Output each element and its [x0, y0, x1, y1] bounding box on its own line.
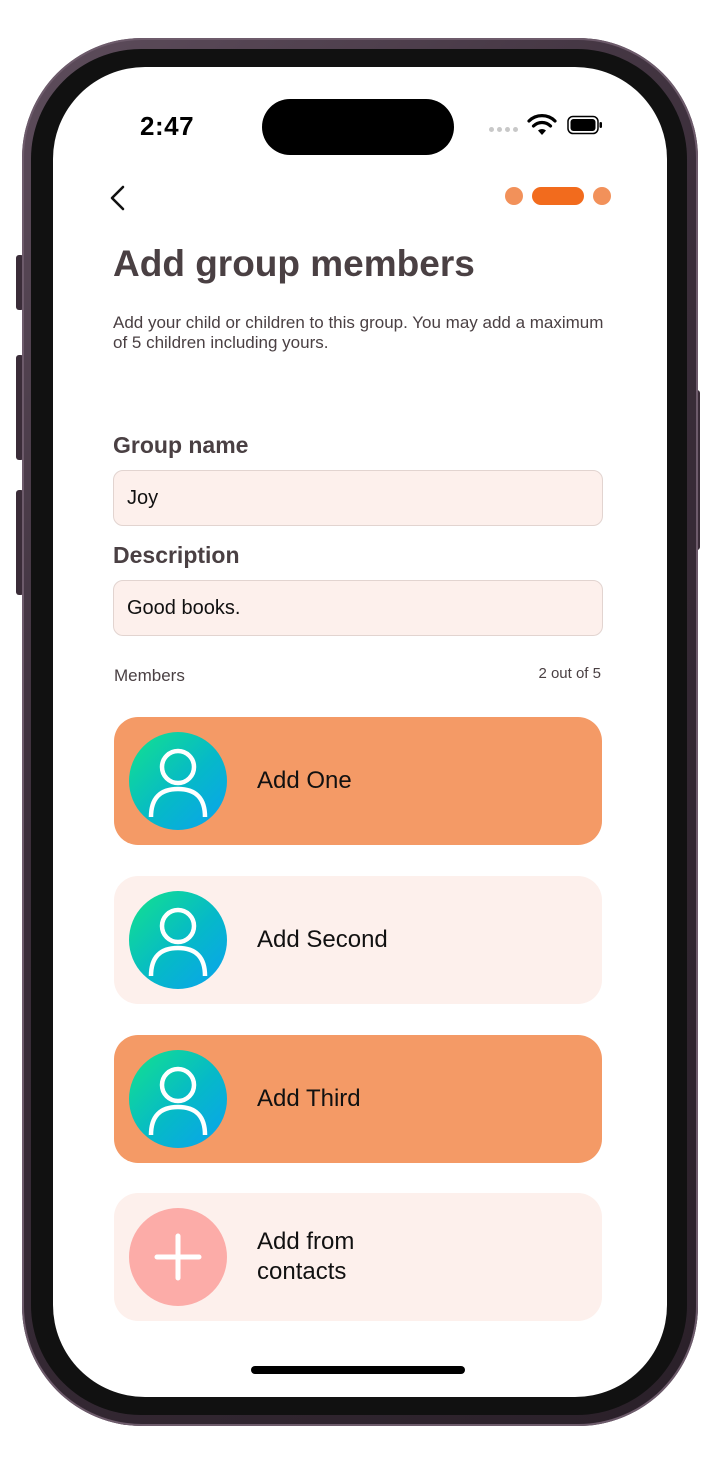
avatar: [129, 1050, 227, 1148]
progress-steps: [505, 187, 611, 205]
home-indicator[interactable]: [251, 1366, 465, 1374]
add-member-button-third[interactable]: Add Third: [114, 1035, 602, 1163]
step-indicator-1: [505, 187, 523, 205]
member-label: Add Second: [257, 926, 388, 953]
add-member-button-one[interactable]: Add One: [114, 717, 602, 845]
cellular-signal-icon: [489, 127, 518, 132]
user-icon: [148, 907, 208, 976]
members-label: Members: [114, 666, 185, 685]
members-count: 2 out of 5: [538, 665, 601, 682]
description-label: Description: [113, 542, 240, 568]
step-indicator-2-active: [532, 187, 584, 205]
user-icon: [148, 748, 208, 817]
wifi-icon: [527, 114, 557, 135]
plus-icon: [154, 1233, 202, 1281]
back-button[interactable]: [105, 182, 133, 214]
chevron-left-icon: [110, 185, 125, 211]
dynamic-island: [262, 99, 454, 155]
battery-icon: [567, 115, 602, 135]
add-member-button-second[interactable]: Add Second: [114, 876, 602, 1004]
app-screen: 2:47 Add group members Add your child or…: [53, 67, 667, 1397]
phone-mockup: 2:47 Add group members Add your child or…: [0, 0, 714, 1462]
plus-avatar: [129, 1208, 227, 1306]
page-title: Add group members: [113, 243, 475, 284]
user-icon: [148, 1066, 208, 1135]
member-label: Add from contacts: [257, 1228, 355, 1285]
member-label: Add Third: [257, 1085, 361, 1112]
description-input[interactable]: [113, 580, 603, 636]
group-name-label: Group name: [113, 432, 249, 458]
step-indicator-3: [593, 187, 611, 205]
add-from-contacts-button[interactable]: Add from contacts: [114, 1193, 602, 1321]
avatar: [129, 732, 227, 830]
member-label: Add One: [257, 767, 352, 794]
avatar: [129, 891, 227, 989]
status-time: 2:47: [140, 111, 195, 141]
page-subtitle: Add your child or children to this group…: [113, 313, 604, 352]
group-name-input[interactable]: [113, 470, 603, 526]
